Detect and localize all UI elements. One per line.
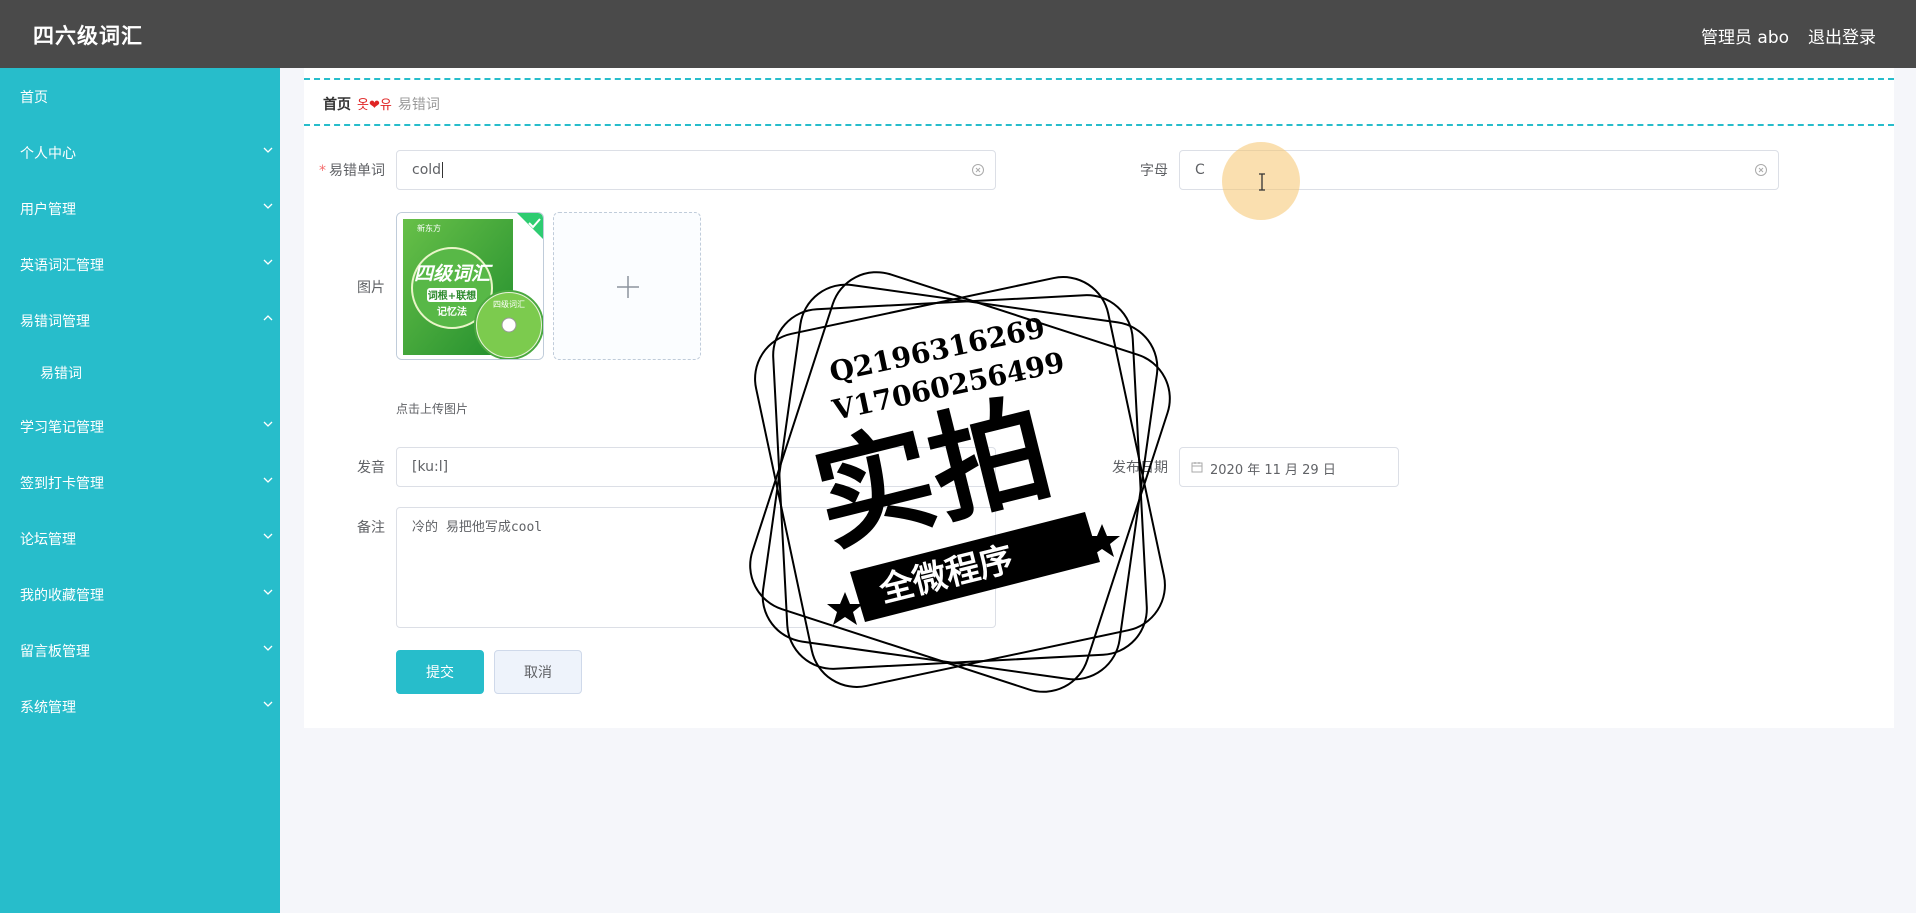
chevron-down-icon [263, 701, 273, 707]
sidebar-item-message-board[interactable]: 留言板管理 [0, 630, 280, 670]
sidebar-item-check-in[interactable]: 签到打卡管理 [0, 462, 280, 502]
calendar-icon [1191, 462, 1203, 473]
app-title: 四六级词汇 [33, 24, 143, 48]
book-subtitle-text: 词根+联想 [428, 289, 476, 302]
sidebar-item-label: 留言板管理 [20, 644, 90, 660]
pronunciation-input-value: [ku:l] [412, 459, 449, 475]
chevron-down-icon [263, 533, 273, 539]
book-subtitle2-text: 记忆法 [437, 305, 467, 318]
sidebar-item-error-words-management[interactable]: 易错词管理 [0, 300, 280, 340]
sidebar-item-label: 签到打卡管理 [20, 476, 104, 492]
sidebar-item-label: 英语词汇管理 [20, 258, 104, 274]
breadcrumb-separator: 옷❤유 [357, 98, 392, 113]
watermark-stamp: Q2196316269 V17060256499 实拍 全微程序 [749, 271, 1171, 693]
sidebar-item-label: 首页 [20, 90, 48, 106]
sidebar-item-study-notes[interactable]: 学习笔记管理 [0, 406, 280, 446]
chevron-down-icon [263, 589, 273, 595]
word-input[interactable]: cold [396, 150, 996, 190]
circle-x-icon[interactable] [1754, 163, 1768, 177]
breadcrumb: 首页 옷❤유 易错词 [304, 78, 1894, 126]
letter-label: 字母 [1140, 163, 1168, 179]
breadcrumb-current: 易错词 [397, 97, 440, 113]
sidebar-item-label: 论坛管理 [20, 532, 76, 548]
note-label: 备注 [357, 520, 385, 536]
book-cover-image: 新东方 四级词汇 词根+联想 记忆法 四级词汇 [397, 213, 543, 359]
submit-button[interactable]: 提交 [396, 650, 484, 694]
sidebar-item-label: 易错词管理 [20, 314, 90, 330]
circle-x-icon[interactable] [971, 163, 985, 177]
book-title-text: 四级词汇 [414, 263, 493, 285]
sidebar: 首页 个人中心 用户管理 英语词汇管理 易错词管理 易错词 学习笔记管理 签到打… [0, 68, 280, 913]
book-publisher-text: 新东方 [417, 223, 441, 233]
sidebar-item-user-management[interactable]: 用户管理 [0, 188, 280, 228]
top-header: 四六级词汇 管理员 abo 退出登录 [0, 0, 1916, 68]
sidebar-item-error-words[interactable]: 易错词 [0, 352, 280, 392]
sidebar-item-home[interactable]: 首页 [0, 76, 280, 116]
date-value: 2020 年 11 月 29 日 [1210, 463, 1336, 478]
plus-icon [617, 276, 639, 298]
pronunciation-label: 发音 [357, 460, 385, 476]
chevron-down-icon [263, 421, 273, 427]
letter-input-value: C [1195, 162, 1205, 178]
chevron-down-icon [263, 645, 273, 651]
chevron-up-icon [263, 315, 273, 321]
sidebar-item-label: 易错词 [40, 366, 82, 382]
chevron-down-icon [263, 259, 273, 265]
sidebar-item-favorites[interactable]: 我的收藏管理 [0, 574, 280, 614]
note-value: 冷的 易把他写成cool [412, 520, 543, 535]
sidebar-item-label: 系统管理 [20, 700, 76, 716]
sidebar-item-label: 个人中心 [20, 146, 76, 162]
book-disc-text: 四级词汇 [493, 299, 525, 309]
image-label: 图片 [357, 280, 385, 296]
sidebar-item-personal-center[interactable]: 个人中心 [0, 132, 280, 172]
sidebar-item-label: 用户管理 [20, 202, 76, 218]
word-label: * 易错单词 [319, 163, 385, 179]
sidebar-item-system[interactable]: 系统管理 [0, 686, 280, 726]
upload-add-button[interactable] [553, 212, 701, 360]
sidebar-item-forum[interactable]: 论坛管理 [0, 518, 280, 558]
chevron-down-icon [263, 477, 273, 483]
logout-button[interactable]: 退出登录 [1808, 23, 1876, 48]
text-cursor-icon [1259, 173, 1265, 191]
word-input-value: cold [412, 162, 442, 178]
chevron-down-icon [263, 147, 273, 153]
admin-user-label[interactable]: 管理员 abo [1701, 23, 1789, 48]
sidebar-item-label: 我的收藏管理 [20, 588, 104, 604]
sidebar-item-label: 学习笔记管理 [20, 420, 104, 436]
date-picker[interactable]: 2020 年 11 月 29 日 [1179, 447, 1399, 487]
cancel-button[interactable]: 取消 [494, 650, 582, 694]
breadcrumb-home[interactable]: 首页 [323, 97, 351, 113]
chevron-down-icon [263, 203, 273, 209]
upload-hint: 点击上传图片 [396, 402, 469, 416]
sidebar-item-vocabulary-management[interactable]: 英语词汇管理 [0, 244, 280, 284]
uploaded-image[interactable]: 新东方 四级词汇 词根+联想 记忆法 四级词汇 [396, 212, 544, 360]
